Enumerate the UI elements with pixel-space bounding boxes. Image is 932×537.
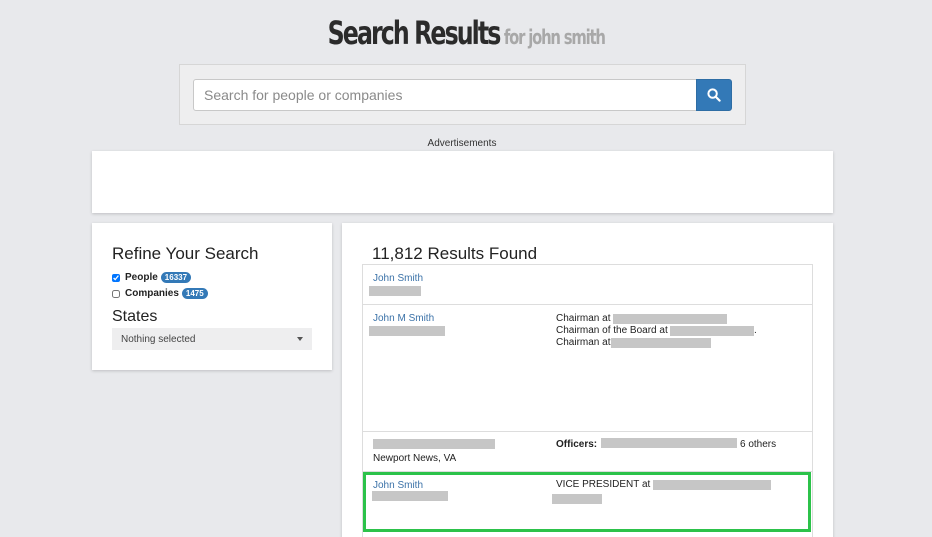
redacted-block: [670, 326, 754, 336]
refine-panel: Refine Your Search People 16337 Companie…: [92, 223, 332, 370]
refine-heading: Refine Your Search: [112, 244, 259, 263]
redacted-block: [369, 286, 421, 296]
officers-others: 6 others: [740, 439, 777, 450]
page-title-text: Search Results: [327, 14, 501, 52]
caret-down-icon: [297, 337, 303, 341]
ads-label: Advertisements: [427, 138, 497, 149]
filter-companies-label: Companies: [125, 288, 179, 299]
redacted-block: [613, 314, 727, 324]
people-checkbox[interactable]: [112, 273, 120, 282]
redacted-block: [611, 338, 711, 348]
companies-checkbox[interactable]: [112, 289, 120, 298]
people-count-badge: 16337: [160, 272, 192, 283]
search-query-subtitle: for john smith: [503, 25, 606, 49]
companies-count-badge: 1475: [181, 288, 208, 299]
search-panel: [179, 64, 746, 125]
role-text: Chairman at: [556, 313, 611, 324]
states-heading: States: [112, 308, 158, 325]
ad-banner: [92, 151, 833, 213]
filter-people[interactable]: People 16337: [112, 272, 192, 283]
results-count-heading: 11,812 Results Found: [372, 244, 538, 263]
page-header: Search Results for john smith: [0, 14, 932, 52]
result-row: John Smith: [363, 265, 812, 305]
redacted-block: [369, 326, 445, 336]
filter-people-label: People: [125, 272, 158, 283]
result-name-link[interactable]: John M Smith: [373, 313, 434, 324]
result-name-link[interactable]: John Smith: [373, 273, 423, 284]
filter-companies[interactable]: Companies 1475: [112, 288, 208, 299]
redacted-block: [601, 438, 737, 448]
page-title: Search Results for john smith: [327, 14, 606, 52]
redacted-block: [373, 439, 495, 449]
search-button[interactable]: [696, 79, 732, 111]
highlighted-result-outline: [363, 472, 811, 532]
result-row: Newport News, VA Officers: 6 others: [363, 432, 812, 472]
search-icon: [707, 88, 721, 102]
result-row: John M Smith Chairman at Chairman of the…: [363, 305, 812, 432]
role-text-suffix: .: [754, 325, 757, 336]
result-location: Newport News, VA: [373, 453, 457, 464]
states-selected-value: Nothing selected: [121, 333, 196, 345]
role-text: Chairman at: [556, 337, 611, 348]
officers-label: Officers:: [556, 439, 598, 450]
role-text: Chairman of the Board at: [556, 325, 668, 336]
search-input[interactable]: [193, 79, 697, 111]
states-dropdown[interactable]: Nothing selected: [112, 328, 312, 350]
